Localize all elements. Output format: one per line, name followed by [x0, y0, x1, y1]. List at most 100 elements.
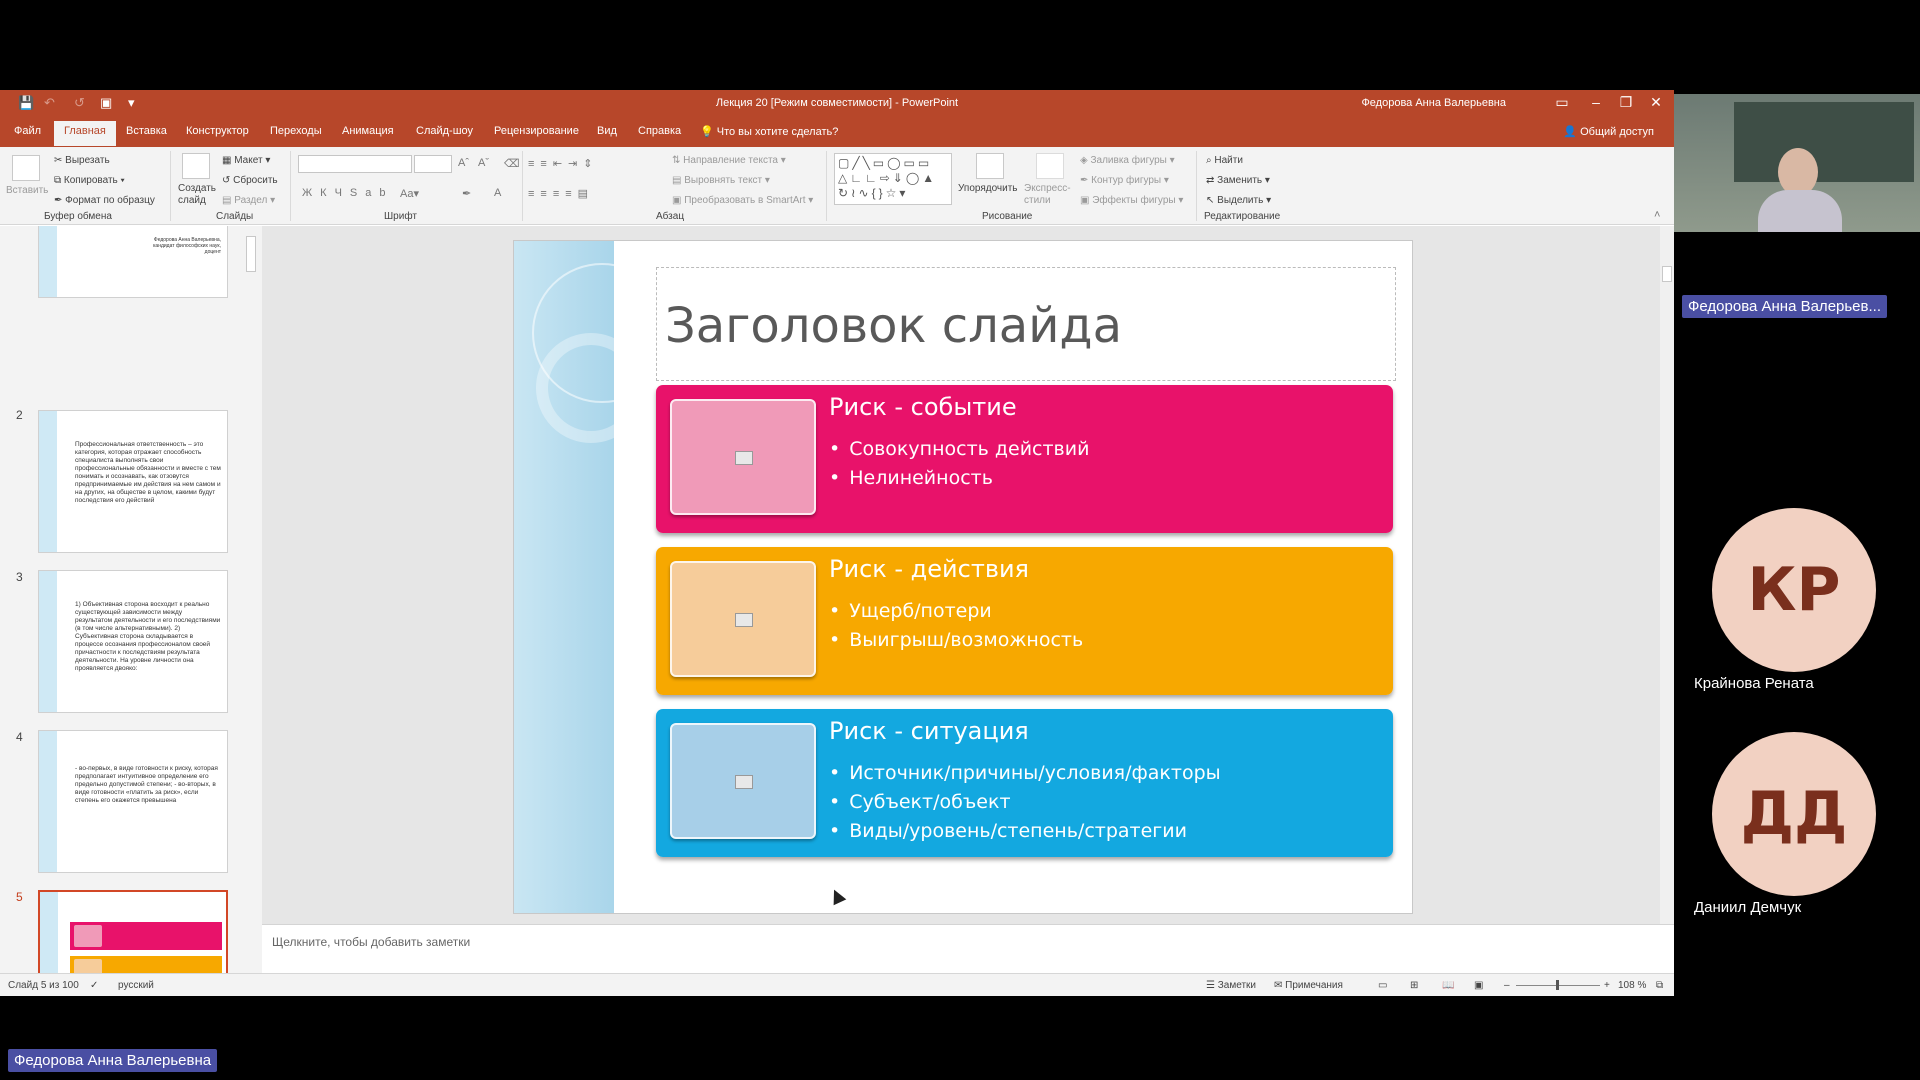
format-painter-button[interactable]: ✒ Формат по образцу	[54, 195, 155, 206]
account-name[interactable]: Федорова Анна Валерьевна	[1361, 97, 1506, 109]
copy-button[interactable]: ⧉ Копировать ▾	[54, 175, 125, 186]
new-slide-icon[interactable]	[182, 153, 210, 179]
tab-view[interactable]: Вид	[597, 125, 617, 137]
magnifier-icon: ⌕	[1206, 155, 1212, 166]
text-direction-button[interactable]: ⇅ Направление текста ▾	[672, 155, 786, 166]
list-icons[interactable]: ≡≡⇤⇥⇕	[528, 157, 599, 170]
clear-format-icon[interactable]: ⌫	[504, 157, 520, 170]
quick-styles-icon[interactable]	[1036, 153, 1064, 179]
minimize-icon[interactable]: –	[1586, 94, 1606, 110]
find-button[interactable]: ⌕ Найти	[1206, 155, 1243, 166]
shape-fill-button[interactable]: ◈ Заливка фигуры ▾	[1080, 155, 1175, 166]
reset-button[interactable]: ↺ Сбросить	[222, 175, 278, 186]
collapse-ribbon-icon[interactable]: ˄	[1654, 209, 1660, 221]
comments-toggle[interactable]: ✉ Примечания	[1274, 980, 1343, 991]
section-button[interactable]: ▤ Раздел ▾	[222, 195, 275, 206]
select-button[interactable]: ↖ Выделить ▾	[1206, 195, 1271, 206]
share-button[interactable]: 👤 Общий доступ	[1563, 125, 1654, 138]
tab-slideshow[interactable]: Слайд-шоу	[416, 125, 473, 137]
tab-help[interactable]: Справка	[638, 125, 681, 137]
shape-effects-button[interactable]: ▣ Эффекты фигуры ▾	[1080, 195, 1183, 206]
align-text-button[interactable]: ▤ Выровнять текст ▾	[672, 175, 770, 186]
ribbon-separator	[522, 151, 523, 221]
arrange-icon[interactable]	[976, 153, 1004, 179]
slideshow-view-icon[interactable]: ▣	[1474, 980, 1483, 991]
shape-outline-button[interactable]: ✒ Контур фигуры ▾	[1080, 175, 1169, 186]
thumbnail-text: Федорова Анна Валерьевна, кандидат филос…	[153, 237, 221, 255]
tab-insert[interactable]: Вставка	[126, 125, 167, 137]
picture-placeholder[interactable]	[670, 561, 816, 677]
fill-icon: ◈	[1080, 155, 1088, 166]
reading-view-icon[interactable]: 📖	[1442, 980, 1454, 991]
decrease-font-icon[interactable]: Aˇ	[478, 157, 489, 169]
cut-button[interactable]: ✂ Вырезать	[54, 155, 110, 166]
highlight-icon[interactable]: ✒	[462, 187, 471, 200]
shapes-gallery[interactable]: ▢╱╲▭◯▭▭ △∟∟⇨⇓◯▲ ↻≀∿{}☆▾	[834, 153, 952, 205]
close-icon[interactable]: ✕	[1646, 94, 1666, 111]
zoom-out-icon[interactable]: –	[1504, 980, 1510, 991]
zoom-level[interactable]: 108 %	[1618, 980, 1646, 991]
slide-thumbnail-3[interactable]: 1) Объективная сторона восходит к реальн…	[38, 570, 228, 713]
thumbnail-picture	[74, 925, 102, 947]
section-icon: ▤	[222, 195, 232, 206]
tab-animations[interactable]: Анимация	[342, 125, 394, 137]
text-direction-icon: ⇅	[672, 155, 681, 166]
language-indicator[interactable]: русский	[118, 980, 154, 991]
active-speaker-badge: Федорова Анна Валерьевна	[8, 1049, 218, 1072]
notes-icon: ☰	[1206, 980, 1215, 991]
picture-placeholder[interactable]	[670, 399, 816, 515]
notes-toggle-label: Заметки	[1217, 980, 1256, 991]
paste-icon[interactable]	[12, 155, 40, 181]
font-color-icon[interactable]: A	[494, 187, 501, 199]
bar-bullets: Ущерб/потери Выигрыш/возможность	[829, 597, 1083, 655]
slide-thumbnail-1[interactable]: Федорова Анна Валерьевна, кандидат филос…	[38, 226, 228, 298]
layout-button[interactable]: ▦ Макет ▾	[222, 155, 270, 166]
fit-to-window-icon[interactable]: ⧉	[1656, 980, 1663, 991]
notes-toggle[interactable]: ☰ Заметки	[1206, 980, 1256, 991]
thumbnails-scrollbar[interactable]	[244, 226, 258, 973]
smartart-button[interactable]: ▣ Преобразовать в SmartArt ▾	[672, 195, 813, 206]
scrollbar-thumb[interactable]	[1662, 266, 1672, 282]
slide-title-placeholder[interactable]: Заголовок слайда	[656, 267, 1396, 381]
replace-button[interactable]: ⇄ Заменить ▾	[1206, 175, 1270, 186]
slide-thumbnail-4[interactable]: - во-первых, в виде готовности к риску, …	[38, 730, 228, 873]
font-size-input[interactable]	[414, 155, 452, 173]
zoom-in-icon[interactable]: +	[1604, 980, 1610, 991]
tab-file[interactable]: Файл	[14, 125, 41, 137]
tab-transitions[interactable]: Переходы	[270, 125, 322, 137]
tab-home[interactable]: Главная	[54, 121, 116, 146]
scrollbar-thumb[interactable]	[246, 236, 256, 272]
font-style-icons[interactable]: ЖКЧSab	[302, 187, 393, 199]
quick-styles-button[interactable]: Экспресс-стили	[1024, 183, 1074, 207]
picture-placeholder[interactable]	[670, 723, 816, 839]
ribbon-display-icon[interactable]: ▭	[1552, 94, 1572, 111]
arrange-button[interactable]: Упорядочить	[958, 183, 1018, 194]
normal-view-icon[interactable]: ▭	[1378, 980, 1387, 991]
spellcheck-icon[interactable]: ✓	[90, 980, 98, 991]
thumbnail-decor	[39, 571, 57, 712]
font-name-input[interactable]	[298, 155, 412, 173]
slide-thumbnail-5-selected[interactable]	[38, 890, 228, 973]
zoom-slider-handle[interactable]	[1556, 980, 1559, 990]
risk-event-bar[interactable]: Риск - событие Совокупность действий Нел…	[656, 385, 1393, 533]
risk-situation-bar[interactable]: Риск - ситуация Источник/причины/условия…	[656, 709, 1393, 857]
slide-scrollbar[interactable]	[1660, 226, 1674, 924]
risk-action-bar[interactable]: Риск - действия Ущерб/потери Выигрыш/воз…	[656, 547, 1393, 695]
new-slide-button[interactable]: Создать слайд	[178, 183, 222, 207]
restore-icon[interactable]: ❐	[1616, 94, 1636, 111]
increase-font-icon[interactable]: Aˆ	[458, 157, 469, 169]
bullet-item: Виды/уровень/степень/стратегии	[829, 817, 1221, 846]
tab-review[interactable]: Рецензирование	[494, 125, 579, 137]
paste-button[interactable]: Вставить	[6, 185, 48, 196]
tab-design[interactable]: Конструктор	[186, 125, 249, 137]
align-icons[interactable]: ≡≡≡≡▤	[528, 187, 594, 200]
tell-me-search[interactable]: 💡 Что вы хотите сделать?	[700, 125, 838, 138]
current-slide[interactable]: Заголовок слайда Риск - событие Совокупн…	[513, 240, 1413, 914]
slide-sorter-icon[interactable]: ⊞	[1410, 980, 1418, 991]
slide-thumbnail-2[interactable]: Профессиональная ответственность – это к…	[38, 410, 228, 553]
slide-title: Заголовок слайда	[665, 298, 1123, 354]
notes-pane[interactable]: Щелкните, чтобы добавить заметки	[262, 924, 1674, 973]
editing-group-label: Редактирование	[1204, 211, 1281, 222]
change-case-icon[interactable]: Aa▾	[400, 187, 419, 200]
bar-bullets: Совокупность действий Нелинейность	[829, 435, 1089, 493]
